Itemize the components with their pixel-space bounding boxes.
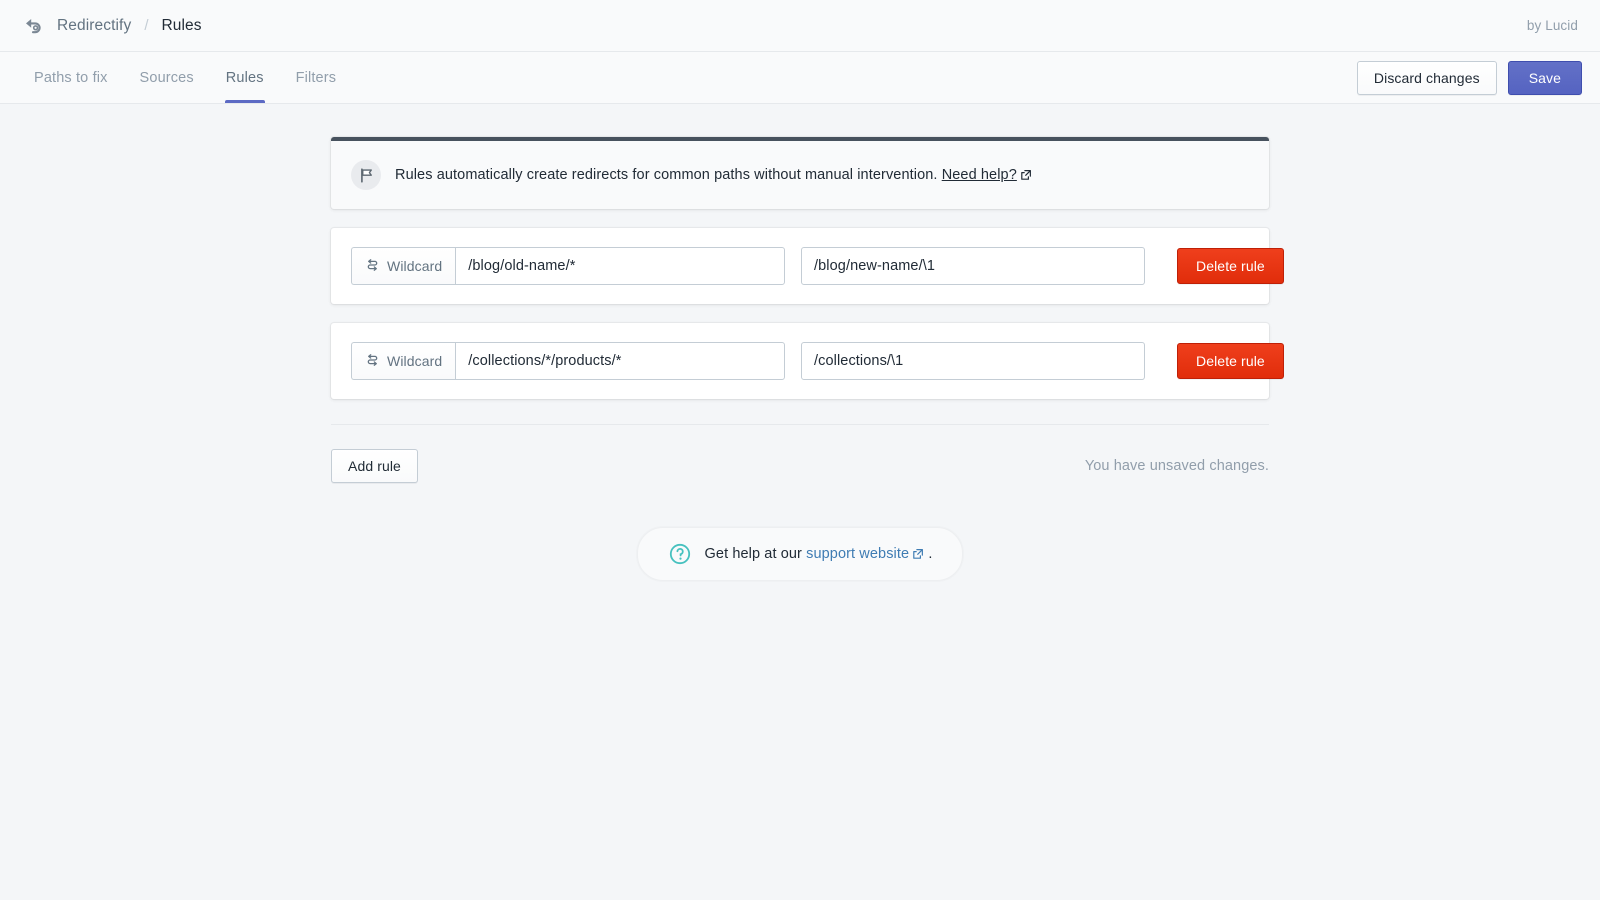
delete-rule-button[interactable]: Delete rule (1177, 343, 1284, 379)
redirect-arrow-icon[interactable] (22, 14, 46, 38)
byline: by Lucid (1527, 18, 1578, 33)
support-website-link[interactable]: support website (806, 546, 909, 562)
tab-sources[interactable]: Sources (124, 52, 210, 103)
rule-source-group: Wildcard (351, 342, 785, 380)
discard-changes-button[interactable]: Discard changes (1357, 61, 1497, 95)
rule-source-input[interactable] (455, 342, 785, 380)
rule-target-input[interactable] (801, 342, 1145, 380)
tab-paths-to-fix[interactable]: Paths to fix (18, 52, 124, 103)
rule-type-selector[interactable]: Wildcard (351, 342, 455, 380)
top-bar: Redirectify / Rules by Lucid (0, 0, 1600, 52)
rule-source-input[interactable] (455, 247, 785, 285)
breadcrumb: Redirectify / Rules (22, 14, 202, 38)
tab-bar: Paths to fix Sources Rules Filters Disca… (0, 52, 1600, 104)
main-content: Rules automatically create redirects for… (0, 104, 1600, 581)
tab-bar-actions: Discard changes Save (1357, 52, 1582, 103)
help-suffix: . (928, 546, 932, 562)
banner-text-group: Rules automatically create redirects for… (395, 166, 1032, 185)
swap-arrows-icon (365, 259, 380, 274)
brand-name[interactable]: Redirectify (57, 17, 131, 35)
add-rule-button[interactable]: Add rule (331, 449, 418, 483)
swap-arrows-icon (365, 354, 380, 369)
content-column: Rules automatically create redirects for… (331, 137, 1269, 581)
banner-message: Rules automatically create redirects for… (395, 167, 938, 183)
page-title: Rules (162, 17, 202, 35)
tab-rules[interactable]: Rules (210, 52, 280, 103)
tab-list: Paths to fix Sources Rules Filters (18, 52, 352, 103)
rule-type-label: Wildcard (387, 258, 442, 274)
rule-row: Wildcard Delete rule (331, 323, 1269, 399)
tab-bar-spacer (352, 52, 1357, 103)
rule-source-group: Wildcard (351, 247, 785, 285)
rule-type-label: Wildcard (387, 353, 442, 369)
rule-row: Wildcard Delete rule (331, 228, 1269, 304)
question-circle-icon (668, 542, 692, 566)
rule-type-selector[interactable]: Wildcard (351, 247, 455, 285)
breadcrumb-separator: / (144, 17, 148, 34)
help-prefix: Get help at our (705, 546, 802, 562)
save-button[interactable]: Save (1508, 61, 1582, 95)
help-card: Get help at our support website . (637, 527, 964, 581)
help-card-wrapper: Get help at our support website . (331, 527, 1269, 581)
rule-target-input[interactable] (801, 247, 1145, 285)
external-link-icon[interactable] (1020, 169, 1032, 181)
section-divider (331, 424, 1269, 425)
flag-icon (351, 160, 381, 190)
help-text-group: Get help at our support website . (705, 546, 933, 562)
external-link-icon[interactable] (912, 548, 924, 560)
delete-rule-button[interactable]: Delete rule (1177, 248, 1284, 284)
unsaved-changes-note: You have unsaved changes. (1085, 458, 1269, 474)
info-banner: Rules automatically create redirects for… (331, 137, 1269, 209)
tab-filters[interactable]: Filters (280, 52, 353, 103)
need-help-link[interactable]: Need help? (942, 167, 1017, 183)
footer-actions: Add rule You have unsaved changes. (331, 449, 1269, 483)
